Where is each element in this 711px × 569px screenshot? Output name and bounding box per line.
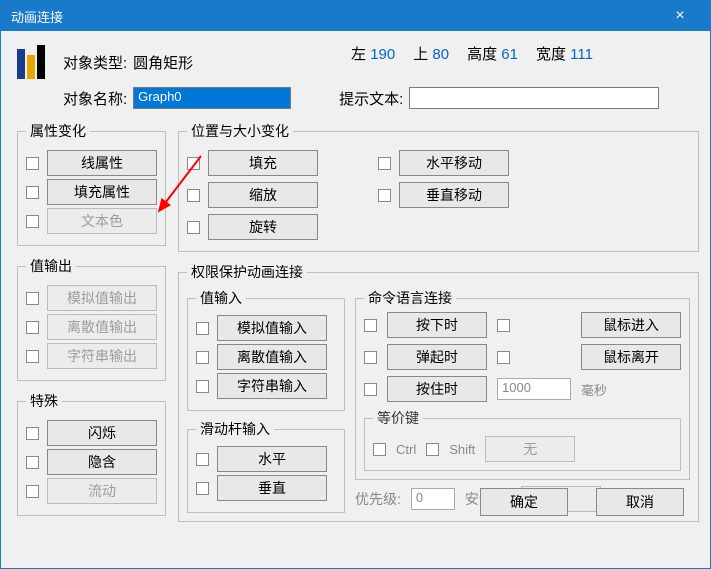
btn-press[interactable]: 按下时 [387,312,487,338]
btn-fill-attr[interactable]: 填充属性 [47,179,157,205]
group-special: 特殊 闪烁 隐含 流动 [17,391,166,516]
btn-slider-v[interactable]: 垂直 [217,475,327,501]
window-title: 动画连接 [11,7,63,26]
btn-analog-in[interactable]: 模拟值输入 [217,315,327,341]
cancel-button[interactable]: 取消 [596,488,684,516]
chk-din[interactable] [196,351,209,364]
chk-fill[interactable] [26,186,39,199]
btn-flow: 流动 [47,478,157,504]
hint-label: 提示文本: [339,88,403,109]
group-pos: 位置与大小变化 填充 缩放 旋转 水平移动 垂直移动 [178,121,699,252]
chk-dout[interactable] [26,321,39,334]
ok-button[interactable]: 确定 [480,488,568,516]
btn-rotate[interactable]: 旋转 [208,214,318,240]
dialog-window: 动画连接 × 左 190 上 80 高度 61 宽度 111 对象类型: 圆角矩… [0,0,711,569]
chk-aout[interactable] [26,292,39,305]
group-eq: 等价键 Ctrl Shift 无 [364,408,681,471]
group-protect: 权限保护动画连接 值输入 模拟值输入 离散值输入 字符串输入 滑动杆输入 [178,262,699,522]
btn-slider-h[interactable]: 水平 [217,446,327,472]
coords-readout: 左 190 上 80 高度 61 宽度 111 [351,43,593,64]
chk-flow[interactable] [26,485,39,498]
btn-analog-out: 模拟值输出 [47,285,157,311]
priority-label: 优先级: [355,489,401,509]
btn-string-in[interactable]: 字符串输入 [217,373,327,399]
group-attr: 属性变化 线属性 填充属性 文本色 [17,121,166,246]
btn-hmove[interactable]: 水平移动 [399,150,509,176]
btn-text-color: 文本色 [47,208,157,234]
btn-discrete-in[interactable]: 离散值输入 [217,344,327,370]
btn-discrete-out: 离散值输出 [47,314,157,340]
btn-release[interactable]: 弹起时 [387,344,487,370]
chk-sin[interactable] [196,380,209,393]
btn-vmove[interactable]: 垂直移动 [399,182,509,208]
chk-mleave[interactable] [497,351,510,364]
chk-release[interactable] [364,351,377,364]
chk-textcolor[interactable] [26,215,39,228]
chk-sout[interactable] [26,350,39,363]
btn-string-out: 字符串输出 [47,343,157,369]
chk-vert[interactable] [196,482,209,495]
chk-vmove[interactable] [378,189,391,202]
chk-line[interactable] [26,157,39,170]
group-valout: 值输出 模拟值输出 离散值输出 字符串输出 [17,256,166,381]
btn-blink[interactable]: 闪烁 [47,420,157,446]
hint-input[interactable] [409,87,659,109]
group-slider: 滑动杆输入 水平 垂直 [187,419,345,513]
btn-eq-none: 无 [485,436,575,462]
chk-hold[interactable] [364,383,377,396]
obj-type-value: 圆角矩形 [133,52,193,73]
obj-type-label: 对象类型: [63,52,127,73]
group-cmd: 命令语言连接 按下时 鼠标进入 弹起时 鼠标离开 按住时 1000毫秒 [355,288,690,480]
chk-ain[interactable] [196,322,209,335]
chk-menter[interactable] [497,319,510,332]
chk-press[interactable] [364,319,377,332]
btn-hide[interactable]: 隐含 [47,449,157,475]
btn-mouse-enter[interactable]: 鼠标进入 [581,312,681,338]
priority-input[interactable]: 0 [411,488,455,510]
chk-fillp[interactable] [187,157,200,170]
btn-line-attr[interactable]: 线属性 [47,150,157,176]
ms-unit: 毫秒 [581,380,681,399]
hold-ms-input[interactable]: 1000 [497,378,571,400]
app-logo-icon [17,43,57,81]
titlebar: 动画连接 × [1,1,710,31]
btn-hold[interactable]: 按住时 [387,376,487,402]
chk-hide[interactable] [26,456,39,469]
chk-hmove[interactable] [378,157,391,170]
obj-name-input[interactable]: Graph0 [133,87,291,109]
chk-scale[interactable] [187,189,200,202]
close-icon[interactable]: × [660,7,700,25]
obj-name-label: 对象名称: [63,88,127,109]
btn-scale[interactable]: 缩放 [208,182,318,208]
group-valin: 值输入 模拟值输入 离散值输入 字符串输入 [187,288,345,411]
chk-rotate[interactable] [187,221,200,234]
chk-ctrl[interactable] [373,443,386,456]
btn-fill-pos[interactable]: 填充 [208,150,318,176]
chk-blink[interactable] [26,427,39,440]
btn-mouse-leave[interactable]: 鼠标离开 [581,344,681,370]
chk-shift[interactable] [426,443,439,456]
chk-horiz[interactable] [196,453,209,466]
